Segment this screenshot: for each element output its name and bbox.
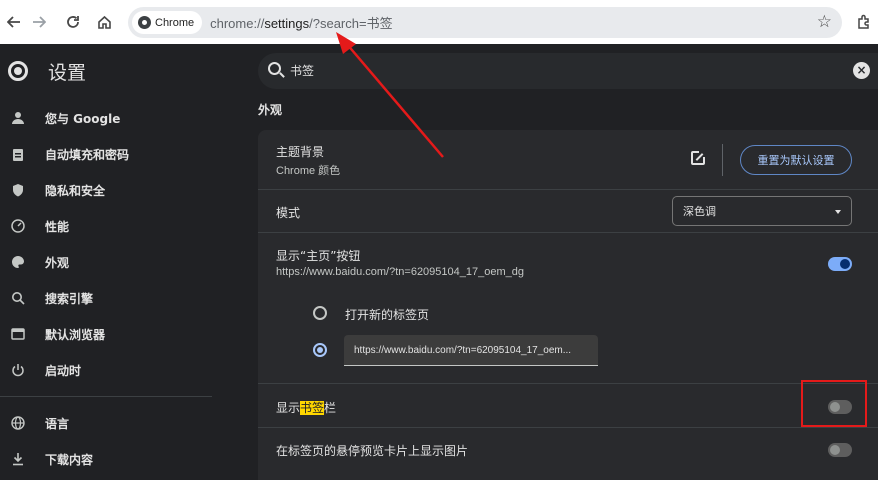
home-button-toggle[interactable] <box>828 257 852 271</box>
download-icon <box>10 451 26 467</box>
hover-preview-row: 在标签页的悬停预览卡片上显示图片 <box>258 427 878 471</box>
bookmarks-bar-row: 显示书签栏 <box>258 383 878 427</box>
theme-subtitle: Chrome 颜色 <box>276 165 341 177</box>
sidebar-item-appearance[interactable]: 外观 <box>0 244 212 280</box>
back-arrow-icon[interactable] <box>2 10 26 34</box>
extensions-icon[interactable] <box>852 10 876 34</box>
radio-custom-url[interactable] <box>313 343 327 357</box>
sidebar-item-languages[interactable]: 语言 <box>0 405 212 441</box>
search-highlight: 书签 <box>300 401 325 415</box>
appearance-card: 主题背景 Chrome 颜色 重置为默认设置 模式 深色调 显示“主页”按钮 h… <box>258 130 878 480</box>
address-bar[interactable]: Chrome chrome://settings/?search=书签 ☆ <box>128 7 842 38</box>
sidebar-divider <box>0 396 212 397</box>
theme-row[interactable]: 主题背景 Chrome 颜色 重置为默认设置 <box>258 130 878 189</box>
chevron-down-icon <box>835 210 841 214</box>
toggle-knob <box>830 445 840 455</box>
home-button-title: 显示“主页”按钮 <box>276 249 361 263</box>
toggle-knob <box>840 259 850 269</box>
speedometer-icon <box>10 218 26 234</box>
mode-selected-value: 深色调 <box>683 205 716 218</box>
page-title: 设置 <box>48 62 87 84</box>
browser-toolbar: Chrome chrome://settings/?search=书签 ☆ <box>0 0 878 44</box>
hover-preview-toggle[interactable] <box>828 443 852 457</box>
mode-select[interactable]: 深色调 <box>672 196 852 226</box>
sidebar-item-default-browser[interactable]: 默认浏览器 <box>0 316 212 352</box>
search-input[interactable]: 书签 <box>290 62 314 79</box>
home-icon[interactable] <box>92 10 116 34</box>
power-icon <box>10 362 26 378</box>
section-title-appearance: 外观 <box>258 103 283 117</box>
chip-label: Chrome <box>155 16 195 29</box>
sidebar-item-privacy[interactable]: 隐私和安全 <box>0 172 212 208</box>
reset-theme-button[interactable]: 重置为默认设置 <box>740 145 852 175</box>
sidebar-item-downloads[interactable]: 下载内容 <box>0 441 212 477</box>
globe-icon <box>10 415 26 431</box>
shield-icon <box>10 182 26 198</box>
sidebar-item-autofill[interactable]: 自动填充和密码 <box>0 136 212 172</box>
forward-arrow-icon[interactable] <box>27 10 51 34</box>
search-icon <box>10 290 26 306</box>
vertical-separator <box>722 144 723 176</box>
settings-search[interactable]: 书签 × <box>258 53 878 89</box>
site-info-chip[interactable]: Chrome <box>132 11 203 34</box>
chrome-icon <box>138 16 151 29</box>
radio-new-tab-label: 打开新的标签页 <box>345 308 430 322</box>
sidebar-item-you-and-google[interactable]: 您与 Google <box>0 100 212 136</box>
bookmarks-bar-title: 显示书签栏 <box>276 401 337 415</box>
sidebar: 您与 Google 自动填充和密码 隐私和安全 性能 外观 搜索引擎 默认浏览器… <box>0 100 212 477</box>
person-icon <box>10 110 26 126</box>
reload-icon[interactable] <box>61 10 85 34</box>
mode-title: 模式 <box>276 206 301 220</box>
sidebar-item-performance[interactable]: 性能 <box>0 208 212 244</box>
chrome-logo-icon <box>8 61 28 81</box>
hover-preview-title: 在标签页的悬停预览卡片上显示图片 <box>276 444 469 458</box>
mode-row: 模式 深色调 <box>258 189 878 232</box>
url-text[interactable]: chrome://settings/?search=书签 <box>210 13 392 32</box>
annotation-highlight-box <box>801 380 867 427</box>
theme-title: 主题背景 <box>276 145 325 159</box>
radio-new-tab[interactable] <box>313 306 327 320</box>
bookmark-star-icon[interactable]: ☆ <box>817 12 832 32</box>
clipboard-icon <box>10 146 26 162</box>
sidebar-item-on-startup[interactable]: 启动时 <box>0 352 212 388</box>
browser-icon <box>10 326 26 342</box>
clear-search-icon[interactable]: × <box>853 62 870 79</box>
sidebar-item-search-engine[interactable]: 搜索引擎 <box>0 280 212 316</box>
home-button-subtitle: https://www.baidu.com/?tn=62095104_17_oe… <box>276 266 524 278</box>
home-url-input[interactable]: https://www.baidu.com/?tn=62095104_17_oe… <box>344 335 598 366</box>
palette-icon <box>10 254 26 270</box>
open-external-icon[interactable] <box>691 150 706 165</box>
search-icon <box>268 62 281 75</box>
